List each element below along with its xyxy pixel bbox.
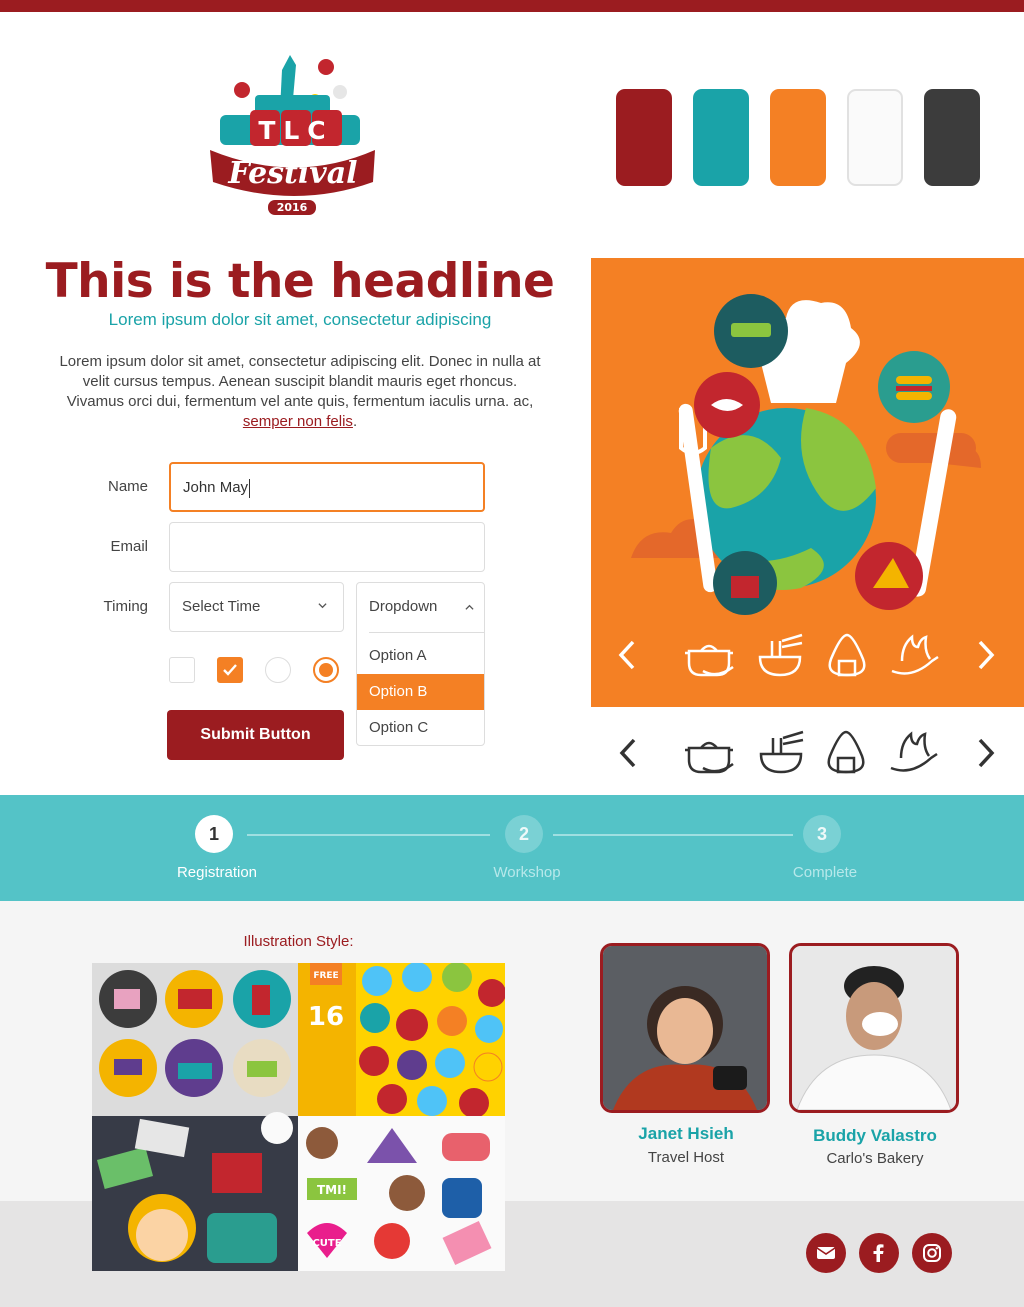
body-link[interactable]: semper non felis	[243, 413, 353, 430]
page-headline: This is the headline	[45, 254, 555, 309]
dropdown-option-b[interactable]: Option B	[357, 674, 484, 710]
step-1-circle[interactable]: 1	[195, 815, 233, 853]
person-name: Janet Hsieh	[638, 1124, 734, 1143]
email-label: Email	[110, 538, 148, 555]
swatch-orange	[770, 89, 826, 186]
email-button[interactable]	[806, 1233, 846, 1273]
submit-button[interactable]: Submit Button	[167, 710, 344, 760]
text-cursor	[249, 478, 251, 498]
radio-unchecked[interactable]	[265, 657, 291, 683]
step-2-circle[interactable]: 2	[505, 815, 543, 853]
name-field[interactable]: John May	[169, 462, 485, 512]
pot-icon-dark[interactable]	[681, 728, 737, 778]
timing-label: Timing	[103, 598, 148, 615]
illustration-title: Illustration Style:	[243, 933, 354, 950]
person-role: Carlo's Bakery	[826, 1150, 924, 1167]
step-connector	[553, 834, 793, 836]
logo-tlc-text: TLC	[258, 116, 333, 145]
body-paragraph: Lorem ipsum dolor sit amet, consectetur …	[55, 352, 545, 432]
page-subheadline: Lorem ipsum dolor sit amet, consectetur …	[108, 310, 492, 329]
chili-icon[interactable]	[886, 631, 942, 681]
facebook-button[interactable]	[859, 1233, 899, 1273]
checkbox-checked[interactable]	[217, 657, 243, 683]
person-photo	[603, 946, 767, 1110]
email-field[interactable]	[169, 522, 485, 572]
cute-label: CUTE	[312, 1238, 341, 1249]
noodle-bowl-icon[interactable]	[752, 631, 808, 681]
step-2-label: Workshop	[493, 864, 561, 881]
free-badge: FREE	[313, 971, 338, 981]
carousel-next-icon[interactable]	[975, 639, 997, 671]
swatch-red	[616, 89, 672, 186]
chili-icon-dark[interactable]	[885, 728, 941, 778]
person-name: Buddy Valastro	[813, 1126, 937, 1145]
dropdown-option-a[interactable]: Option A	[357, 638, 484, 674]
facebook-icon	[873, 1244, 884, 1262]
chevron-right-icon[interactable]	[975, 737, 997, 769]
instagram-button[interactable]	[912, 1233, 952, 1273]
illustration-collage: FREE 16 TMI! CUTE	[92, 963, 505, 1271]
dropdown-label: Dropdown	[369, 598, 438, 615]
chevron-down-icon	[318, 603, 327, 609]
swatch-white	[847, 89, 903, 186]
tlc-festival-logo: TLC Festival 2016	[210, 55, 375, 215]
dropdown-menu[interactable]: Dropdown Option A Option B Option C	[356, 582, 485, 746]
chevron-left-icon[interactable]	[617, 737, 639, 769]
radio-checked[interactable]	[313, 657, 339, 683]
body-text: Lorem ipsum dolor sit amet, consectetur …	[59, 353, 541, 410]
dropdown-divider	[369, 632, 484, 633]
step-3-circle[interactable]: 3	[803, 815, 841, 853]
pot-icon[interactable]	[681, 631, 737, 681]
step-1-label: Registration	[176, 864, 258, 881]
onigiri-icon[interactable]	[819, 631, 875, 681]
chevron-up-icon	[465, 604, 474, 610]
logo-year-text: 2016	[277, 201, 308, 214]
logo-festival-text: Festival	[227, 156, 357, 191]
hero-illustration-panel	[591, 258, 1024, 707]
swatch-teal	[693, 89, 749, 186]
instagram-icon	[923, 1244, 941, 1262]
checkmark-icon	[223, 664, 237, 676]
pack-number: 16	[308, 1002, 344, 1032]
avatar-buddy-valastro[interactable]	[789, 943, 959, 1113]
step-3-label: Complete	[792, 864, 858, 881]
step-connector	[247, 834, 490, 836]
body-period: .	[352, 413, 358, 430]
timing-select[interactable]: Select Time	[169, 582, 344, 632]
top-accent-bar	[0, 0, 1024, 12]
name-label: Name	[107, 478, 148, 495]
email-icon	[816, 1247, 836, 1259]
person-photo	[792, 946, 956, 1110]
avatar-janet-hsieh[interactable]	[600, 943, 770, 1113]
person-role: Travel Host	[647, 1149, 725, 1166]
carousel-prev-icon[interactable]	[616, 639, 638, 671]
timing-select-value: Select Time	[182, 598, 261, 615]
swatch-dark	[924, 89, 980, 186]
name-field-value: John May	[183, 479, 249, 496]
dropdown-toggle[interactable]: Dropdown	[357, 583, 484, 633]
checkbox-unchecked[interactable]	[169, 657, 195, 683]
onigiri-icon-dark[interactable]	[818, 728, 874, 778]
tmi-label: TMI!	[317, 1183, 347, 1197]
dropdown-option-c[interactable]: Option C	[357, 710, 484, 745]
noodle-bowl-icon-dark[interactable]	[753, 728, 809, 778]
